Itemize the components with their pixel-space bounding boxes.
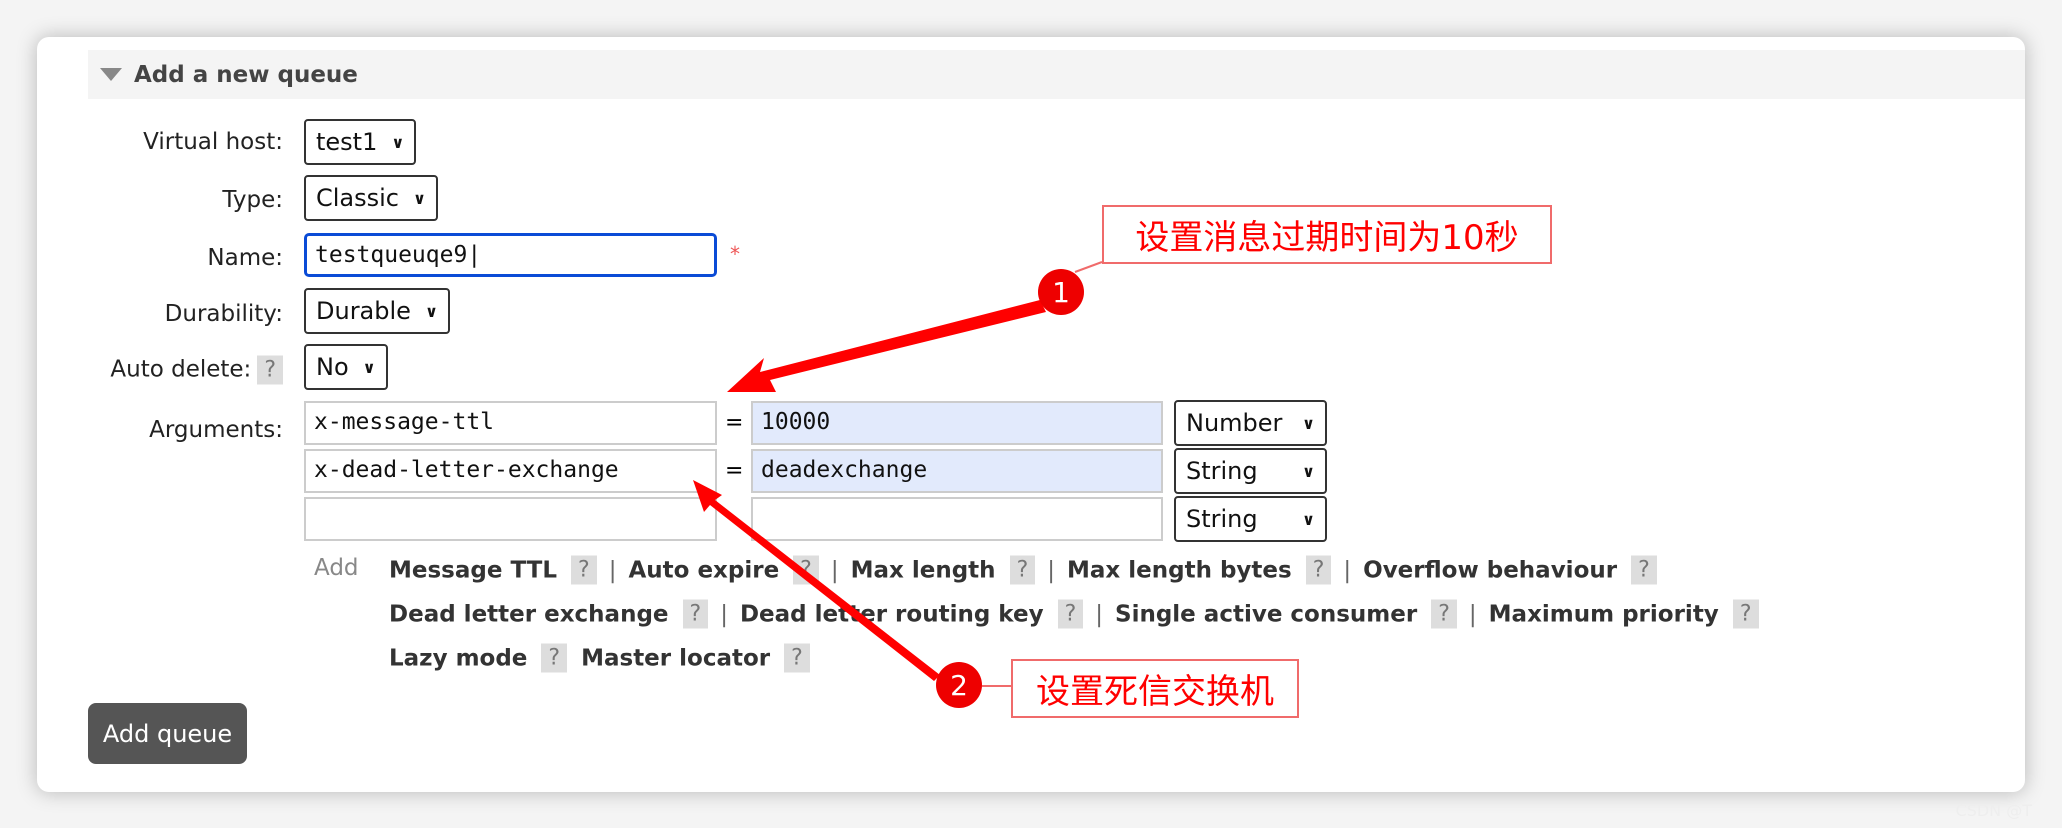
annotation-badge-1: 1 <box>1038 269 1084 315</box>
watermark: CSDN @T <box>1955 801 2032 820</box>
annotation-dlx: 设置死信交换机 <box>1011 659 1299 718</box>
annotation-badge-2: 2 <box>936 662 982 708</box>
